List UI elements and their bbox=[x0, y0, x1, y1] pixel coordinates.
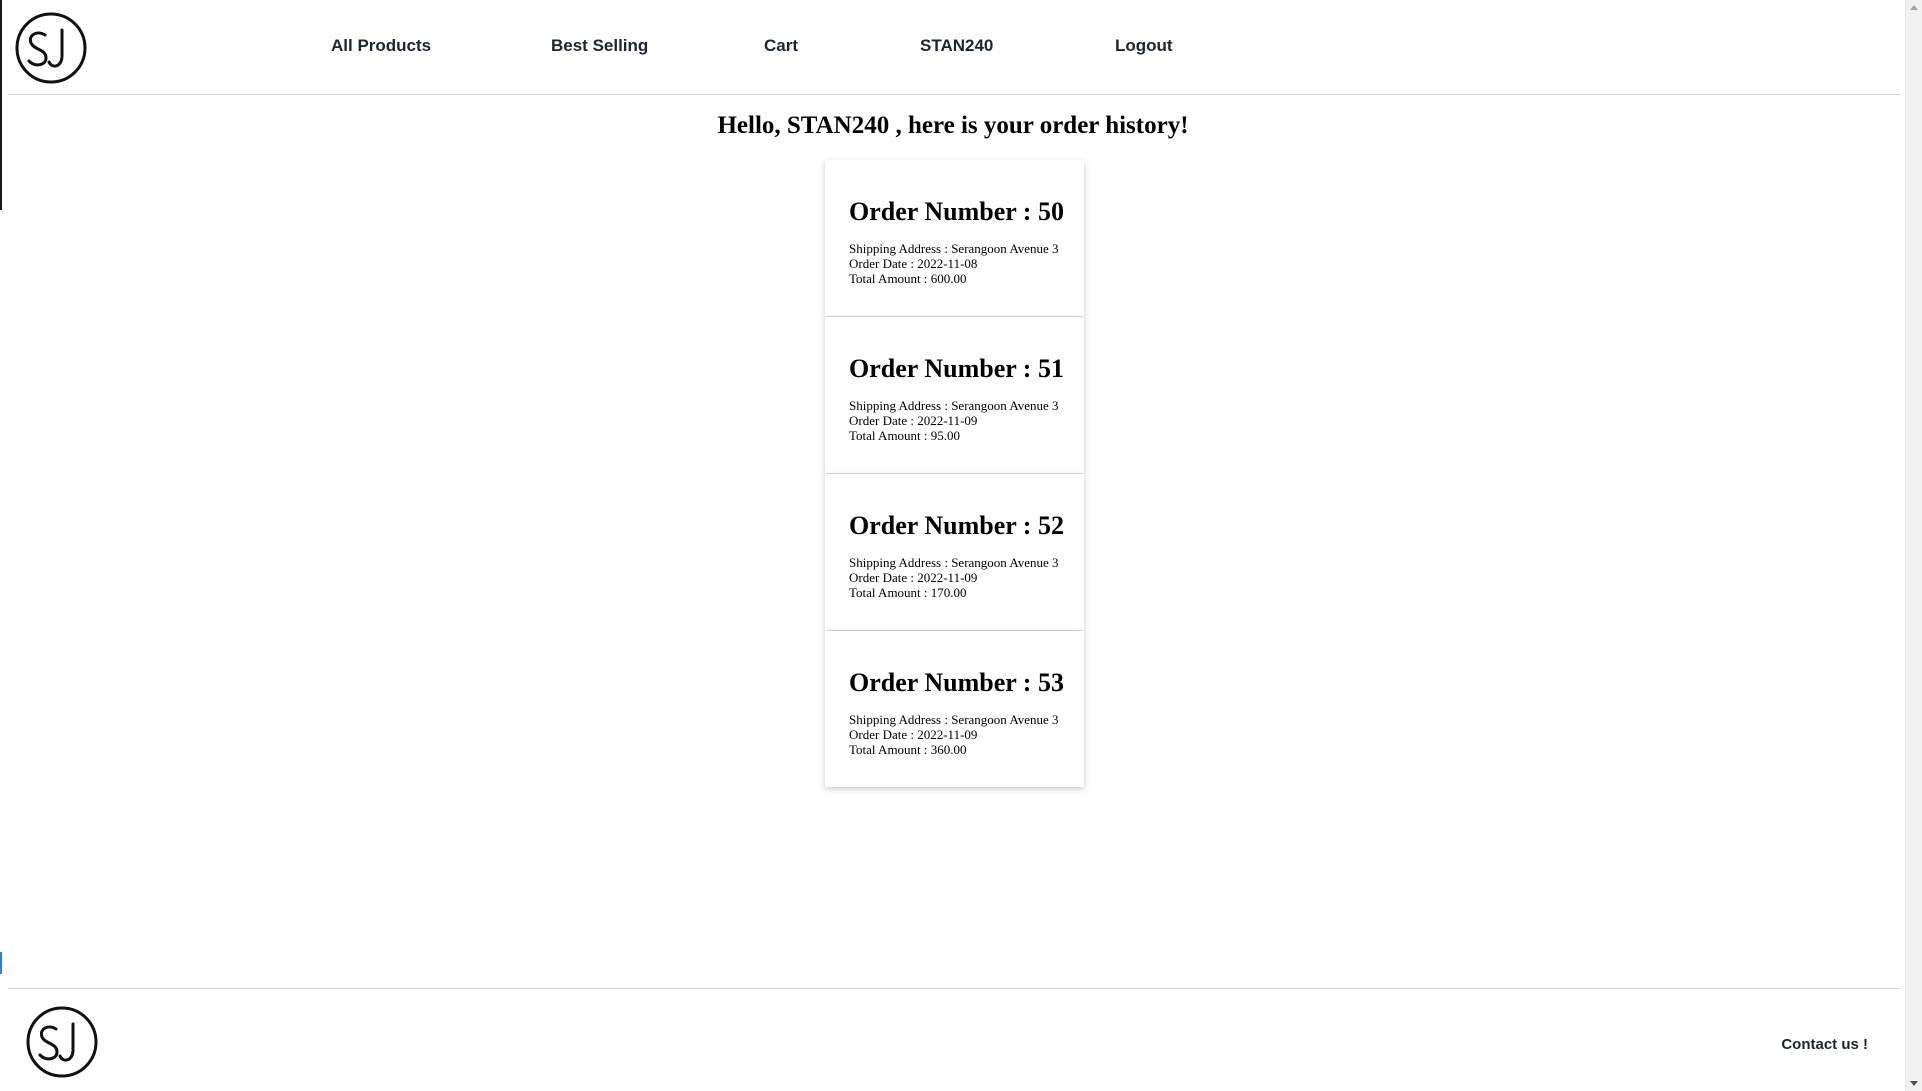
main-nav: All Products Best Selling Cart STAN240 L… bbox=[8, 0, 1900, 94]
total-amount: Total Amount : 95.00 bbox=[849, 428, 961, 443]
order-number: Order Number : 52 bbox=[849, 511, 1064, 540]
order-date: Order Date : 2022-11-09 bbox=[849, 413, 978, 428]
order-date: Order Date : 2022-11-09 bbox=[849, 570, 978, 585]
vertical-scrollbar[interactable] bbox=[1905, 0, 1922, 1091]
nav-cart[interactable]: Cart bbox=[764, 36, 798, 56]
order-date: Order Date : 2022-11-09 bbox=[849, 727, 978, 742]
shipping-address: Shipping Address : Serangoon Avenue 3 bbox=[849, 241, 1059, 256]
contact-us-link[interactable]: Contact us ! bbox=[1781, 1036, 1868, 1053]
shipping-address: Shipping Address : Serangoon Avenue 3 bbox=[849, 398, 1059, 413]
nav-all-products[interactable]: All Products bbox=[331, 36, 431, 56]
order-number: Order Number : 50 bbox=[849, 197, 1064, 226]
window-edge bbox=[0, 0, 2, 210]
site-footer: Contact us ! bbox=[8, 988, 1900, 1091]
order-number: Order Number : 51 bbox=[849, 354, 1064, 383]
shipping-address: Shipping Address : Serangoon Avenue 3 bbox=[849, 712, 1059, 727]
order-card: Order Number : 52 Shipping Address : Ser… bbox=[825, 474, 1084, 630]
nav-logout[interactable]: Logout bbox=[1115, 36, 1173, 56]
total-amount: Total Amount : 360.00 bbox=[849, 742, 967, 757]
scroll-up-arrow-icon[interactable] bbox=[1910, 5, 1918, 10]
order-date: Order Date : 2022-11-08 bbox=[849, 256, 978, 271]
shipping-address: Shipping Address : Serangoon Avenue 3 bbox=[849, 555, 1059, 570]
nav-user-account[interactable]: STAN240 bbox=[920, 36, 993, 56]
order-card: Order Number : 51 Shipping Address : Ser… bbox=[825, 317, 1084, 473]
total-amount: Total Amount : 170.00 bbox=[849, 585, 967, 600]
order-number: Order Number : 53 bbox=[849, 668, 1064, 697]
nav-best-selling[interactable]: Best Selling bbox=[551, 36, 648, 56]
sj-logo[interactable] bbox=[26, 1006, 98, 1078]
page-title: Hello, STAN240 , here is your order hist… bbox=[717, 112, 1189, 139]
order-history-list: Order Number : 50 Shipping Address : Ser… bbox=[825, 160, 1084, 788]
scroll-down-arrow-icon[interactable] bbox=[1910, 1081, 1918, 1086]
total-amount: Total Amount : 600.00 bbox=[849, 271, 967, 286]
site-header: All Products Best Selling Cart STAN240 L… bbox=[8, 0, 1900, 95]
order-card: Order Number : 53 Shipping Address : Ser… bbox=[825, 631, 1084, 787]
order-card: Order Number : 50 Shipping Address : Ser… bbox=[825, 160, 1084, 316]
window-edge-indicator bbox=[0, 952, 2, 974]
